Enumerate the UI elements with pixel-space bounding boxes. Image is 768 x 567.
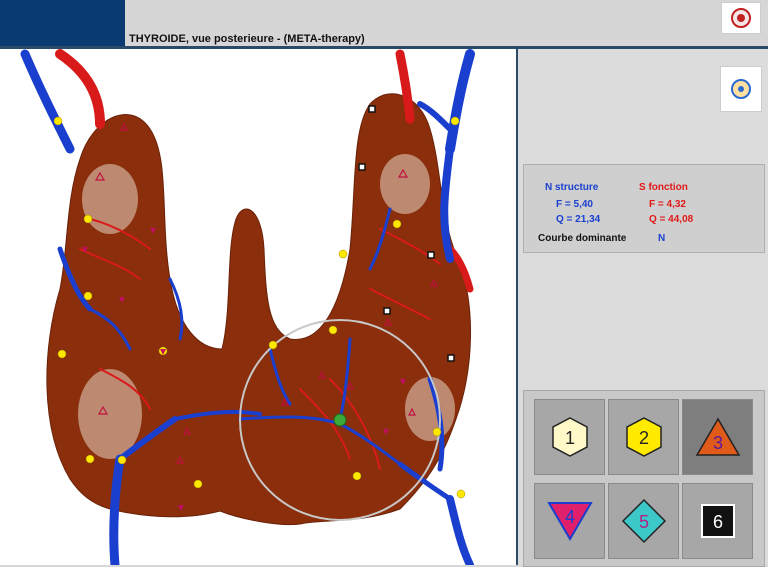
inverted-triangle-icon: 4 bbox=[546, 502, 593, 541]
dominant-label: Courbe dominante bbox=[538, 233, 627, 244]
hexagon-icon: 1 bbox=[551, 417, 588, 457]
green-target-icon[interactable] bbox=[333, 413, 347, 427]
thyroid-tissue bbox=[46, 93, 472, 526]
marker-label-2: 2 bbox=[638, 428, 648, 448]
marker-button-4[interactable]: 4 bbox=[534, 483, 605, 559]
triangle-icon: 3 bbox=[695, 417, 740, 456]
marker-button-1[interactable]: 1 bbox=[534, 399, 605, 475]
n-q-value: Q = 21,34 bbox=[556, 214, 601, 225]
brand-block bbox=[0, 0, 125, 47]
page-title: THYROIDE, vue posterieure - (META-therap… bbox=[129, 33, 365, 45]
top-bar: THYROIDE, vue posterieure - (META-therap… bbox=[0, 0, 768, 47]
marker-button-2[interactable]: 2 bbox=[608, 399, 679, 475]
hexagon-icon: 2 bbox=[625, 417, 662, 457]
s-fonction-label: S fonction bbox=[639, 182, 688, 193]
session-icon[interactable] bbox=[720, 66, 762, 112]
marker-label-1: 1 bbox=[564, 428, 574, 448]
marker-button-6[interactable]: 6 bbox=[682, 483, 753, 559]
n-structure-label: N structure bbox=[545, 182, 599, 193]
anatomy-viewer[interactable] bbox=[0, 49, 518, 565]
n-f-value: F = 5,40 bbox=[556, 199, 593, 210]
diamond-icon: 5 bbox=[621, 498, 666, 544]
app-logo-icon[interactable] bbox=[721, 2, 761, 34]
dominant-value: N bbox=[658, 233, 666, 244]
marker-button-panel: 1 2 3 4 5 6 bbox=[523, 390, 765, 567]
curve-info-box: N structure S fonction F = 5,40 F = 4,32… bbox=[523, 164, 765, 253]
s-f-value: F = 4,32 bbox=[649, 199, 686, 210]
marker-button-3[interactable]: 3 bbox=[682, 399, 753, 475]
marker-label-4: 4 bbox=[564, 507, 574, 527]
s-q-value: Q = 44,08 bbox=[649, 214, 694, 225]
square-icon: 6 bbox=[700, 504, 735, 538]
marker-button-5[interactable]: 5 bbox=[608, 483, 679, 559]
marker-label-3: 3 bbox=[712, 433, 722, 453]
marker-label-6: 6 bbox=[712, 512, 722, 532]
marker-label-5: 5 bbox=[638, 512, 648, 532]
